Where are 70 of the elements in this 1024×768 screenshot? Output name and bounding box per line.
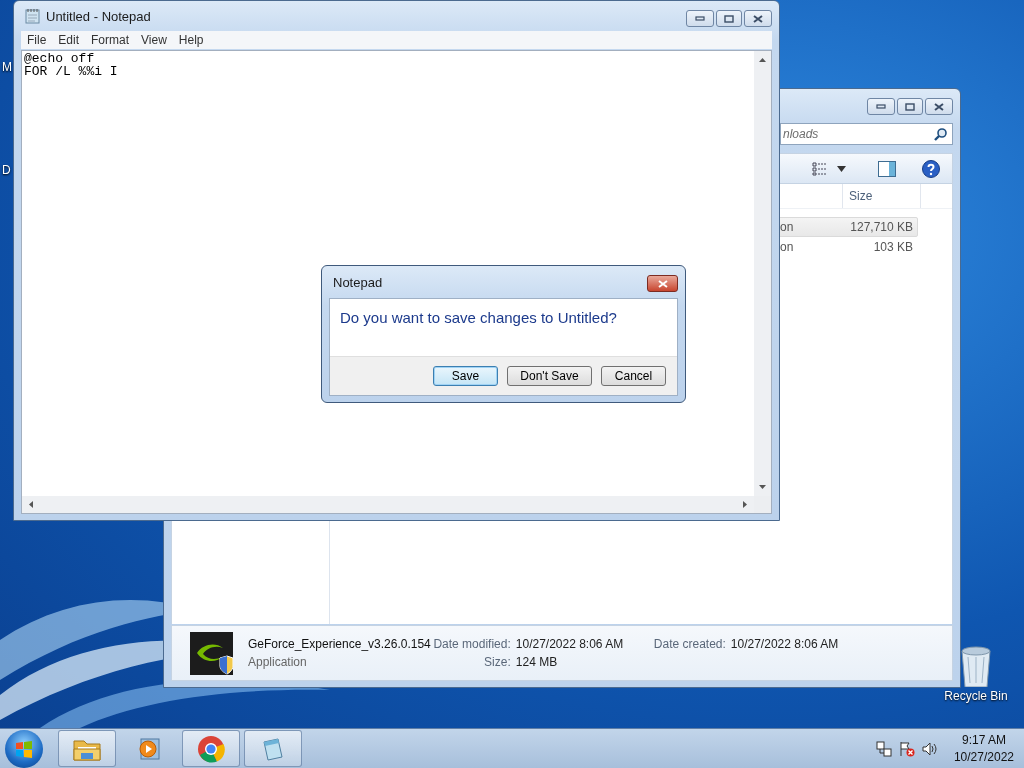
recycle-bin-icon <box>958 643 994 687</box>
table-cell: on <box>780 220 794 234</box>
dialog-title: Notepad <box>333 274 383 290</box>
close-button[interactable] <box>925 98 953 115</box>
file-row[interactable]: on 103 KB <box>776 237 918 257</box>
taskbar-button[interactable] <box>182 730 240 767</box>
minimize-button[interactable] <box>686 10 714 27</box>
dialog-button[interactable]: Cancel <box>601 366 666 386</box>
field-label: Date created: <box>652 637 726 651</box>
taskbar-button[interactable] <box>244 730 302 767</box>
maximize-button[interactable] <box>897 98 923 115</box>
file-type: Application <box>247 655 308 669</box>
clock-date: 10/27/2022 <box>953 748 1014 766</box>
desktop-icon-label: D <box>2 163 11 177</box>
field-value: 10/27/2022 8:06 AM <box>514 637 625 651</box>
dropdown-arrow-icon[interactable] <box>837 165 846 172</box>
close-icon <box>753 14 763 23</box>
application-icon <box>190 631 233 675</box>
table-cell: 103 KB <box>873 240 913 254</box>
taskbar-button[interactable] <box>58 730 116 767</box>
help-icon[interactable] <box>922 159 940 178</box>
search-field[interactable]: nloads <box>780 123 953 145</box>
window-title: Untitled - Notepad <box>46 8 151 24</box>
column-header[interactable]: Size <box>842 184 921 208</box>
dialog-message: Do you want to save changes to Untitled? <box>339 308 618 328</box>
close-button[interactable] <box>647 275 678 292</box>
scroll-right-arrow-icon[interactable] <box>742 500 748 509</box>
vertical-scrollbar[interactable] <box>754 51 771 496</box>
close-icon <box>657 279 668 288</box>
flag-error-icon[interactable] <box>898 740 915 757</box>
minimize-button[interactable] <box>867 98 895 115</box>
menu-item[interactable]: View <box>135 33 173 47</box>
menu-item[interactable]: Edit <box>52 33 86 47</box>
editor-text: @echo off FOR /L %%i I <box>23 51 119 79</box>
scroll-up-arrow-icon[interactable] <box>758 57 767 63</box>
field-label: Size: <box>484 655 511 669</box>
field-value: 10/27/2022 8:06 AM <box>729 637 839 651</box>
table-cell: 127,710 KB <box>850 220 913 234</box>
menu-item[interactable]: Help <box>172 33 210 47</box>
dialog-button[interactable]: Save <box>433 366 498 386</box>
scroll-down-arrow-icon[interactable] <box>758 484 767 490</box>
maximize-icon <box>905 102 915 111</box>
minimize-icon <box>876 103 886 110</box>
speaker-icon[interactable] <box>921 740 938 757</box>
close-button[interactable] <box>744 10 772 27</box>
desktop-icon-label: Recycle Bin <box>944 689 1008 703</box>
clock-time: 9:17 AM <box>961 731 1006 749</box>
preview-pane-icon[interactable] <box>878 160 896 177</box>
menu-item[interactable]: File <box>21 33 53 47</box>
desktop-icon-label: M <box>2 60 12 74</box>
notepad-icon <box>25 8 40 24</box>
maximize-button[interactable] <box>716 10 742 27</box>
maximize-icon <box>724 14 734 23</box>
clock[interactable]: 9:17 AM 10/27/2022 <box>953 731 1014 766</box>
network-icon[interactable] <box>875 740 892 757</box>
field-label: Date modified: <box>433 637 511 651</box>
search-icon[interactable] <box>934 127 948 141</box>
browser-icon <box>197 734 225 763</box>
file-name: GeForce_Experience_v3.26.0.154 <box>247 637 431 651</box>
view-options-icon[interactable] <box>812 161 828 176</box>
close-icon <box>934 102 944 111</box>
start-button[interactable] <box>5 729 43 768</box>
dialog-button[interactable]: Don't Save <box>507 366 592 386</box>
horizontal-scrollbar[interactable] <box>22 496 754 513</box>
windows-logo-icon <box>15 739 33 758</box>
minimize-icon <box>695 15 705 22</box>
scroll-left-arrow-icon[interactable] <box>28 500 34 509</box>
table-cell: on <box>780 240 794 254</box>
menu-item[interactable]: Format <box>85 33 136 47</box>
field-value: 124 MB <box>514 655 559 669</box>
